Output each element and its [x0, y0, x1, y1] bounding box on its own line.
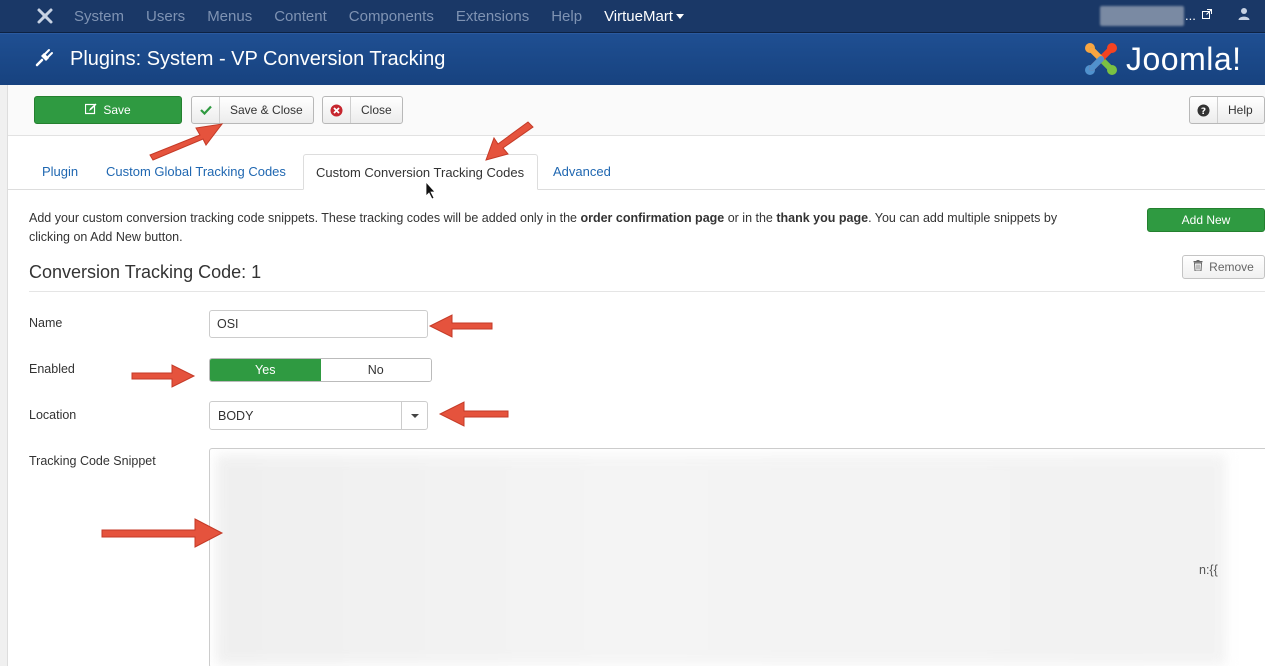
page-header: Plugins: System - VP Conversion Tracking… [0, 33, 1265, 85]
chevron-down-icon[interactable] [401, 402, 427, 429]
menu-menus[interactable]: Menus [207, 8, 252, 25]
admin-menu-bar: System Users Menus Content Components Ex… [0, 0, 1265, 33]
joomla-icon[interactable] [34, 7, 56, 25]
section-title: Conversion Tracking Code: 1 [29, 262, 262, 282]
menu-help[interactable]: Help [551, 8, 582, 25]
tab-description: Add your custom conversion tracking code… [29, 209, 1089, 247]
desc-bold-2: thank you page [776, 211, 869, 225]
menu-components[interactable]: Components [349, 8, 434, 25]
external-link-icon[interactable] [1202, 9, 1212, 22]
location-value: BODY [218, 408, 254, 423]
caret-down-icon [675, 14, 684, 20]
site-name-ellipsis: ... [1185, 8, 1196, 23]
help-button-label: Help [1228, 103, 1253, 117]
joomla-logo: Joomla! [1082, 40, 1242, 78]
menu-extensions[interactable]: Extensions [456, 8, 529, 25]
menu-virtuemart[interactable]: VirtueMart [604, 8, 684, 25]
user-icon[interactable] [1238, 7, 1250, 23]
toolbar: Save Save & Close Close ? Help [8, 85, 1265, 136]
section-divider [29, 291, 1265, 292]
enabled-label: Enabled [29, 362, 75, 376]
joomla-logo-icon [1085, 43, 1117, 75]
enabled-toggle: Yes No [209, 358, 432, 382]
save-close-label: Save & Close [230, 103, 303, 117]
window-edge [0, 85, 8, 666]
close-button[interactable]: Close [322, 96, 403, 124]
name-label: Name [29, 316, 63, 330]
menu-content[interactable]: Content [274, 8, 327, 25]
enabled-yes-option[interactable]: Yes [210, 359, 321, 381]
svg-text:?: ? [1201, 107, 1206, 117]
snippet-visible-fragment: n:{{ [1199, 563, 1218, 577]
page-title: Plugins: System - VP Conversion Tracking [70, 48, 446, 70]
save-close-button[interactable]: Save & Close [191, 96, 314, 124]
enabled-no-option[interactable]: No [320, 359, 431, 381]
tab-advanced[interactable]: Advanced [541, 154, 623, 190]
snippet-label: Tracking Code Snippet [29, 454, 156, 468]
desc-text-2: or in the [724, 211, 777, 225]
menu-virtuemart-label: VirtueMart [604, 7, 673, 25]
edit-icon [85, 103, 97, 118]
arrow-enabled [131, 364, 196, 388]
location-select[interactable]: BODY [209, 401, 428, 430]
arrow-snippet [101, 518, 224, 548]
help-button[interactable]: ? Help [1189, 96, 1265, 124]
arrow-location [438, 401, 509, 427]
tab-custom-global-tracking-codes[interactable]: Custom Global Tracking Codes [94, 154, 298, 190]
remove-button[interactable]: Remove [1182, 255, 1265, 279]
trash-icon [1193, 260, 1203, 274]
location-label: Location [29, 408, 77, 422]
desc-text-1: Add your custom conversion tracking code… [29, 211, 581, 225]
tab-plugin[interactable]: Plugin [30, 154, 90, 190]
tab-custom-conversion-tracking-codes[interactable]: Custom Conversion Tracking Codes [303, 154, 538, 190]
plugin-icon [34, 48, 54, 71]
redacted-code [216, 455, 1226, 665]
save-button-label: Save [103, 103, 131, 117]
question-circle-icon: ? [1190, 97, 1218, 123]
name-input[interactable]: OSI [209, 310, 428, 338]
add-new-button[interactable]: Add New [1147, 208, 1265, 232]
desc-bold-1: order confirmation page [580, 211, 725, 225]
joomla-brand-text: Joomla! [1126, 40, 1242, 77]
site-name-redacted[interactable] [1100, 6, 1184, 26]
tracking-code-textarea[interactable] [209, 448, 1265, 666]
checkmark-icon [192, 97, 220, 123]
close-button-label: Close [361, 103, 392, 117]
menu-system[interactable]: System [74, 8, 124, 25]
tab-bar: Plugin Custom Global Tracking Codes Cust… [8, 154, 1265, 190]
menu-users[interactable]: Users [146, 8, 185, 25]
remove-button-label: Remove [1209, 260, 1254, 274]
close-circle-icon [323, 97, 351, 123]
save-button[interactable]: Save [34, 96, 182, 124]
arrow-name [428, 314, 493, 338]
